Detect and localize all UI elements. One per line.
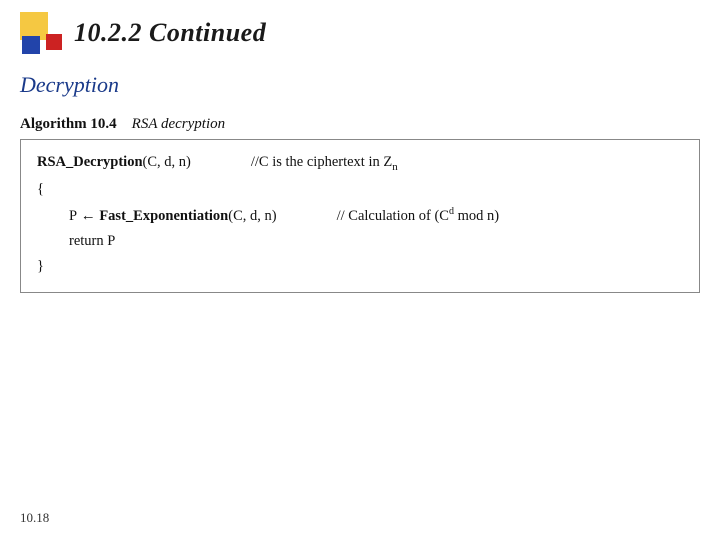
code-line-1: RSA_Decryption (C, d, n) //C is the ciph… [37,150,683,177]
algorithm-name-italic: RSA decryption [132,116,225,132]
code-line-5: } [37,254,683,279]
sub-n: n [392,161,398,173]
comment-2: // Calculation of (Cd mod n) [337,203,499,229]
open-brace: { [37,177,44,202]
header: 10.2.2 Continued [0,0,720,62]
icon-square-blue [22,36,40,54]
fast-exp-params: (C, d, n) [228,204,276,229]
code-line-3: P ← Fast_Exponentiation (C, d, n) // Cal… [37,203,683,229]
header-icon [20,12,62,54]
page-number: 10.18 [20,510,49,526]
return-stmt: return P [69,229,115,254]
function-params: (C, d, n) [143,150,191,175]
close-brace: } [37,254,44,279]
comment-1: //C is the ciphertext in Zn [251,150,398,177]
arrow: ← [81,203,96,229]
icon-square-red [46,34,62,50]
code-line-2: { [37,177,683,202]
header-title: 10.2.2 Continued [74,18,266,48]
function-name: RSA_Decryption [37,150,143,175]
algorithm-label: Algorithm 10.4 RSA decryption [0,116,720,139]
sup-d: d [449,206,454,217]
assign-var: P [69,204,77,229]
algorithm-name-bold: Algorithm 10.4 [20,116,117,132]
code-line-4: return P [37,229,683,254]
section-title: Decryption [0,62,720,106]
code-box: RSA_Decryption (C, d, n) //C is the ciph… [20,139,700,293]
fast-exp: Fast_Exponentiation [99,204,228,229]
